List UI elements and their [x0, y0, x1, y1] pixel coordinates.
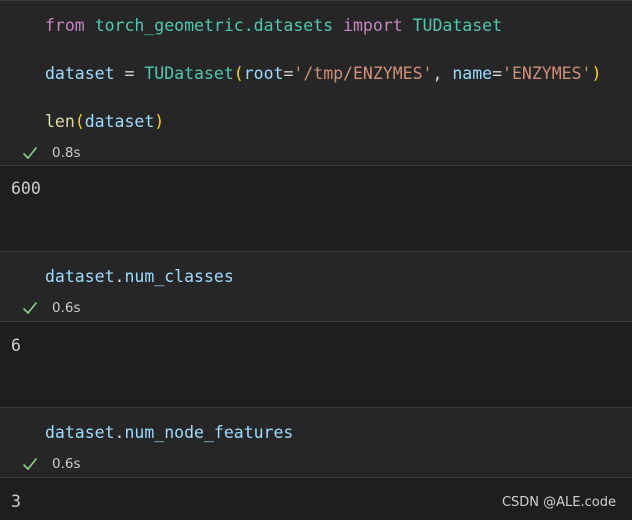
execution-time: 0.8s	[52, 145, 81, 161]
watermark: CSDN @ALE.code	[501, 495, 616, 510]
cell-output-3: 3	[11, 492, 21, 511]
execution-status: 0.6s	[22, 298, 81, 318]
cell-output-2: 6	[11, 336, 21, 355]
code-cell-2[interactable]: dataset.num_classes 0.6s	[0, 251, 632, 322]
variable: dataset	[45, 64, 115, 83]
operator: =	[283, 64, 294, 83]
check-icon	[22, 301, 38, 315]
string-literal: 'ENZYMES'	[502, 64, 592, 83]
paren: )	[154, 112, 165, 131]
dot: .	[114, 423, 125, 442]
variable: dataset	[45, 423, 115, 442]
attribute: num_classes	[124, 267, 234, 286]
paren: (	[74, 112, 85, 131]
code-line-num-classes[interactable]: dataset.num_classes	[45, 266, 234, 288]
execution-time: 0.6s	[52, 456, 81, 472]
keyword: import	[343, 16, 403, 35]
class-name: TUDataset	[412, 16, 502, 35]
check-icon	[22, 146, 38, 160]
code-line-num-node-features[interactable]: dataset.num_node_features	[45, 422, 293, 444]
class-name: TUDataset	[144, 64, 234, 83]
operator: =	[492, 64, 503, 83]
check-icon	[22, 457, 38, 471]
function-name: len	[45, 112, 75, 131]
execution-status: 0.8s	[22, 143, 81, 163]
attribute: num_node_features	[124, 423, 294, 442]
code-line-len[interactable]: len(dataset)	[45, 111, 164, 133]
code-line-import[interactable]: from torch_geometric.datasets import TUD…	[45, 15, 502, 37]
operator: =	[114, 64, 145, 83]
code-line-assign[interactable]: dataset = TUDataset(root='/tmp/ENZYMES',…	[45, 63, 601, 85]
paren: )	[591, 64, 602, 83]
module-name: torch_geometric.datasets	[94, 16, 334, 35]
code-cell-1[interactable]: from torch_geometric.datasets import TUD…	[0, 0, 632, 166]
execution-status: 0.6s	[22, 454, 81, 474]
keyword: from	[45, 16, 85, 35]
code-cell-3[interactable]: dataset.num_node_features 0.6s	[0, 407, 632, 478]
variable: dataset	[84, 112, 155, 131]
argument-name: root	[243, 64, 284, 83]
string-literal: '/tmp/ENZYMES'	[293, 64, 433, 83]
dot: .	[114, 267, 125, 286]
cell-output-1: 600	[11, 179, 41, 198]
comma: ,	[432, 64, 453, 83]
paren: (	[233, 64, 244, 83]
execution-time: 0.6s	[52, 300, 81, 316]
variable: dataset	[45, 267, 115, 286]
argument-name: name	[452, 64, 493, 83]
